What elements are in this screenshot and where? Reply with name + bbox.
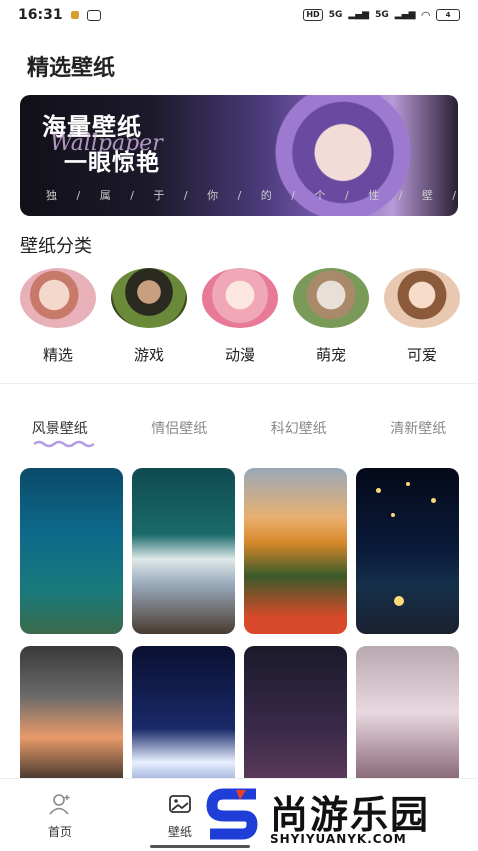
brand-logo-icon bbox=[206, 788, 258, 840]
category-thumb bbox=[293, 268, 369, 328]
nav-home-label: 首页 bbox=[47, 825, 72, 839]
lantern-light bbox=[394, 596, 404, 606]
brand-watermark: 尚游乐园 SHYIYUANYK.COM bbox=[198, 784, 478, 850]
tab-couple[interactable]: 情侣壁纸 bbox=[151, 418, 207, 438]
section-divider bbox=[0, 383, 478, 384]
category-list: 精选 游戏 动漫 萌宠 可爱 bbox=[20, 268, 460, 365]
brand-domain: SHYIYUANYK.COM bbox=[270, 832, 407, 846]
nav-home[interactable]: 首页 bbox=[30, 793, 90, 840]
battery-icon: 4 bbox=[436, 9, 460, 21]
nav-wallpaper-label: 壁纸 bbox=[167, 825, 192, 839]
category-label: 可爱 bbox=[406, 346, 437, 364]
category-section-title: 壁纸分类 bbox=[20, 236, 92, 257]
active-tab-indicator bbox=[33, 440, 94, 448]
wallpaper-tabs: 风景壁纸 情侣壁纸 科幻壁纸 清新壁纸 bbox=[0, 418, 478, 448]
category-item-anime[interactable]: 动漫 bbox=[202, 268, 278, 365]
user-icon bbox=[49, 794, 70, 815]
category-item-cute[interactable]: 可爱 bbox=[384, 268, 460, 365]
wallpaper-grid bbox=[20, 468, 459, 812]
banner-subheadline: 一眼惊艳 bbox=[64, 150, 160, 176]
lantern-light bbox=[376, 488, 381, 493]
signal-5g-icon-2: 5G bbox=[375, 10, 389, 20]
hd-network-icon: HD bbox=[303, 9, 323, 21]
category-item-pets[interactable]: 萌宠 bbox=[293, 268, 369, 365]
brand-name: 尚游乐园 bbox=[270, 793, 431, 837]
banner-tagline: 独 / 属 / 于 / 你 / 的 / 个 / 性 / 壁 / 纸 bbox=[46, 189, 458, 202]
wallpaper-thumb-underwater[interactable] bbox=[20, 468, 123, 634]
lantern-light bbox=[391, 513, 395, 517]
home-indicator[interactable] bbox=[150, 845, 250, 848]
category-item-games[interactable]: 游戏 bbox=[111, 268, 187, 365]
category-thumb bbox=[20, 268, 96, 328]
tab-label: 清新壁纸 bbox=[390, 421, 447, 437]
wallpaper-thumb-lanterns[interactable] bbox=[356, 468, 459, 634]
lantern-light bbox=[406, 482, 410, 486]
tab-scifi[interactable]: 科幻壁纸 bbox=[271, 418, 327, 438]
signal-5g-icon-1: 5G bbox=[328, 10, 343, 20]
category-label: 萌宠 bbox=[315, 346, 346, 364]
image-icon bbox=[169, 795, 191, 813]
lantern-light bbox=[431, 498, 436, 503]
battery-level: 4 bbox=[445, 11, 451, 19]
category-thumb bbox=[111, 268, 187, 328]
status-time: 16:31 bbox=[18, 7, 63, 23]
category-thumb bbox=[384, 268, 460, 328]
page-title: 精选壁纸 bbox=[27, 56, 116, 81]
category-thumb bbox=[202, 268, 278, 328]
tab-landscape[interactable]: 风景壁纸 bbox=[31, 418, 94, 448]
signal-bars-icon-1: ▂▄▆ bbox=[348, 10, 370, 20]
app-notification-icon bbox=[86, 9, 101, 21]
signal-bars-icon-2: ▂▄▆ bbox=[394, 10, 416, 20]
tab-label: 风景壁纸 bbox=[31, 421, 88, 437]
notification-icon bbox=[70, 11, 79, 19]
wifi-icon: ◠ bbox=[421, 8, 430, 22]
promo-banner[interactable]: 海量壁纸 Wallpaper 一眼惊艳 独 / 属 / 于 / 你 / 的 / … bbox=[20, 95, 458, 216]
category-item-featured[interactable]: 精选 bbox=[20, 268, 96, 365]
tab-label: 情侣壁纸 bbox=[151, 421, 208, 437]
wallpaper-thumb-coast[interactable] bbox=[132, 468, 235, 634]
category-label: 游戏 bbox=[133, 346, 164, 364]
tab-label: 科幻壁纸 bbox=[270, 421, 327, 437]
tab-fresh[interactable]: 清新壁纸 bbox=[390, 418, 446, 438]
category-label: 动漫 bbox=[224, 346, 255, 364]
category-label: 精选 bbox=[42, 346, 73, 364]
status-bar: 16:31 HD 5G ▂▄▆ 5G ▂▄▆ ◠ 4 bbox=[0, 0, 478, 30]
wallpaper-thumb-sunset[interactable] bbox=[244, 468, 347, 634]
